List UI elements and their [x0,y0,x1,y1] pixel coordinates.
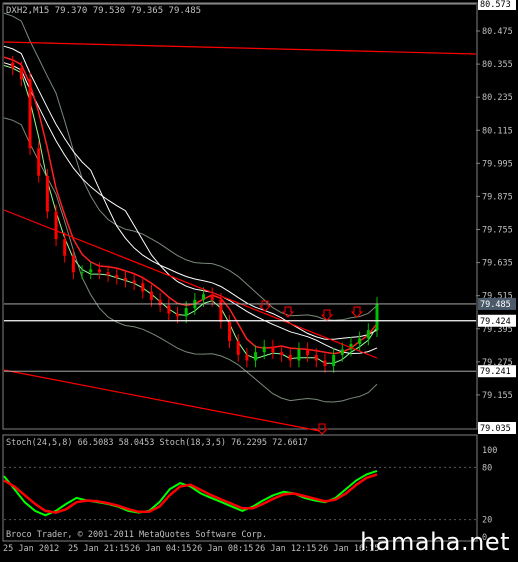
main-chart-frame [2,2,478,430]
candle-body [19,68,23,80]
candle-body [158,299,162,306]
symbol-header: DXH2,M15 79.370 79.530 79.365 79.485 [6,6,201,16]
price-marker-label: 79.241 [480,367,511,377]
candle-body [141,283,145,292]
stoch-header: Stoch(24,5,8) 66.5083 58.0453 Stoch(18,3… [6,438,308,448]
watermark-text: hamaha.net [360,528,510,556]
candle-body [236,341,240,355]
candle-body [54,211,58,240]
stoch-tick-label: 20 [482,516,492,526]
stoch-frame [2,434,478,542]
candle-body [340,349,344,355]
candle-body [366,330,370,339]
price-tick-label: 79.995 [482,159,513,169]
price-tick-label: 79.635 [482,259,513,269]
candle-body [271,346,275,353]
candle-body [202,294,206,300]
candle-body [71,255,75,273]
price-marker-label: 79.485 [480,300,511,310]
price-marker-label: 79.035 [480,424,511,434]
price-tick-label: 80.115 [482,126,513,136]
chart-window: 100 80 20 0 80.475 80.355 80.235 80.115 79.995 7… [0,0,518,558]
candle-body [149,291,153,300]
stoch-tick-label: 80 [482,463,492,473]
candle-body [106,272,110,275]
candle-body [358,338,362,344]
time-tick-label: 26 Jan 12:15 [255,544,316,554]
price-tick-label: 79.155 [482,391,513,401]
price-tick-label: 80.355 [482,60,513,70]
price-tick-label: 80.475 [482,27,513,37]
stoch-tick-label: 100 [482,446,497,456]
candle-body [323,360,327,366]
candle-body [297,349,301,361]
price-marker-label: 80.573 [480,0,511,10]
candle-body [89,269,93,273]
candle-body [80,272,84,274]
candle-body [314,354,318,361]
candle-body [375,303,379,331]
time-tick-label: 26 Jan 04:15 [130,544,191,554]
forex-chart[interactable]: 10080200 80.47580.35580.23580.11579.9957… [0,0,518,558]
candle-body [123,277,127,281]
candle-body [332,354,336,366]
candle-body [219,299,223,322]
candle-body [115,274,119,278]
candle-body [280,352,284,355]
candle-body [28,79,32,149]
price-marker-label: 79.424 [480,317,511,327]
candle-body [11,62,15,69]
candle-body [45,175,49,212]
candle-body [97,269,101,273]
candle-body [228,321,232,342]
time-axis: 25 Jan 2012 25 Jan 21:15 26 Jan 04:15 26 Ja… [3,544,379,554]
price-tick-label: 80.235 [482,93,513,103]
candle-body [254,352,258,361]
candle-body [262,346,266,353]
time-tick-label: 26 Jan 08:15 [192,544,253,554]
candle-body [175,313,179,317]
candle-body [288,354,292,361]
time-tick-label: 25 Jan 21:15 [68,544,129,554]
time-tick-label: 25 Jan 2012 [3,544,59,554]
price-tick-label: 79.755 [482,226,513,236]
candle-body [184,308,188,317]
price-axis: 80.475 80.355 80.235 80.115 79.995 79.875 79.7… [476,0,516,434]
candle-body [37,148,41,176]
candle-body [210,294,214,300]
candle-body [306,349,310,355]
copyright-text: Broco Trader, © 2001-2011 MetaQuotes Sof… [6,530,267,540]
price-tick-label: 79.875 [482,192,513,202]
candle-body [63,239,67,256]
candle-body [245,354,249,361]
candle-body [167,305,171,314]
candle-body [132,280,136,284]
